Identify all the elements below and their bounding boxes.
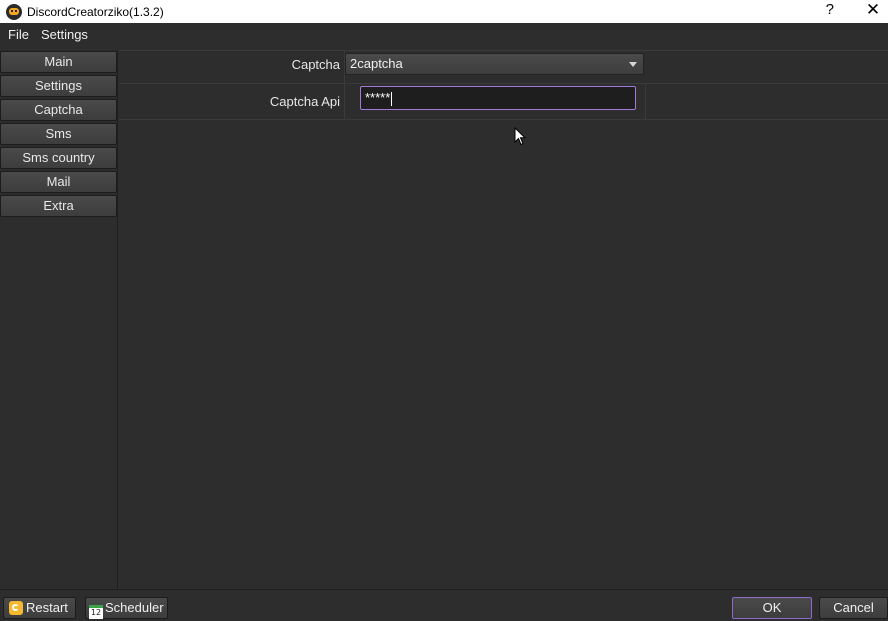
cancel-button[interactable]: Cancel [819,597,888,619]
sidebar: Main Settings Captcha Sms Sms country Ma… [0,50,118,589]
sidebar-item-mail[interactable]: Mail [0,171,117,193]
restart-label: Restart [26,600,68,615]
menu-settings[interactable]: Settings [33,27,92,42]
scheduler-button[interactable]: 12 Scheduler [85,597,168,619]
mouse-pointer-icon [514,127,527,146]
captcha-row: Captcha 2captcha [119,50,888,84]
close-button[interactable]: ✕ [863,0,883,20]
restart-button[interactable]: Restart [3,597,76,619]
discord-app-icon [6,3,22,20]
bottom-bar: Restart 12 Scheduler OK Cancel [0,589,888,621]
chevron-down-icon [629,62,637,67]
captcha-api-row: Captcha Api ***** [119,84,888,120]
window-title: DiscordCreatorziko(1.3.2) [27,4,164,19]
help-button[interactable]: ? [826,1,834,18]
column-divider [645,84,646,119]
sidebar-item-extra[interactable]: Extra [0,195,117,217]
captcha-service-value: 2captcha [350,56,403,71]
ok-button[interactable]: OK [732,597,812,619]
captcha-service-select[interactable]: 2captcha [345,53,644,75]
scheduler-label: Scheduler [105,600,164,615]
captcha-api-input[interactable]: ***** [360,86,636,110]
captcha-settings-panel: Captcha 2captcha Captcha Api ***** [119,50,888,589]
captcha-api-value: ***** [365,90,391,105]
menu-file[interactable]: File [0,27,33,42]
column-divider [344,84,345,119]
sidebar-item-sms[interactable]: Sms [0,123,117,145]
calendar-icon: 12 [89,605,103,619]
text-caret [391,91,393,106]
sidebar-item-settings[interactable]: Settings [0,75,117,97]
sidebar-item-main[interactable]: Main [0,51,117,73]
sidebar-item-sms-country[interactable]: Sms country [0,147,117,169]
sidebar-item-captcha[interactable]: Captcha [0,99,117,121]
menu-bar: File Settings [0,23,888,45]
captcha-api-label: Captcha Api [269,94,340,109]
title-bar: DiscordCreatorziko(1.3.2) ? ✕ [0,0,888,23]
captcha-label: Captcha [291,57,340,72]
restart-icon [9,601,23,615]
